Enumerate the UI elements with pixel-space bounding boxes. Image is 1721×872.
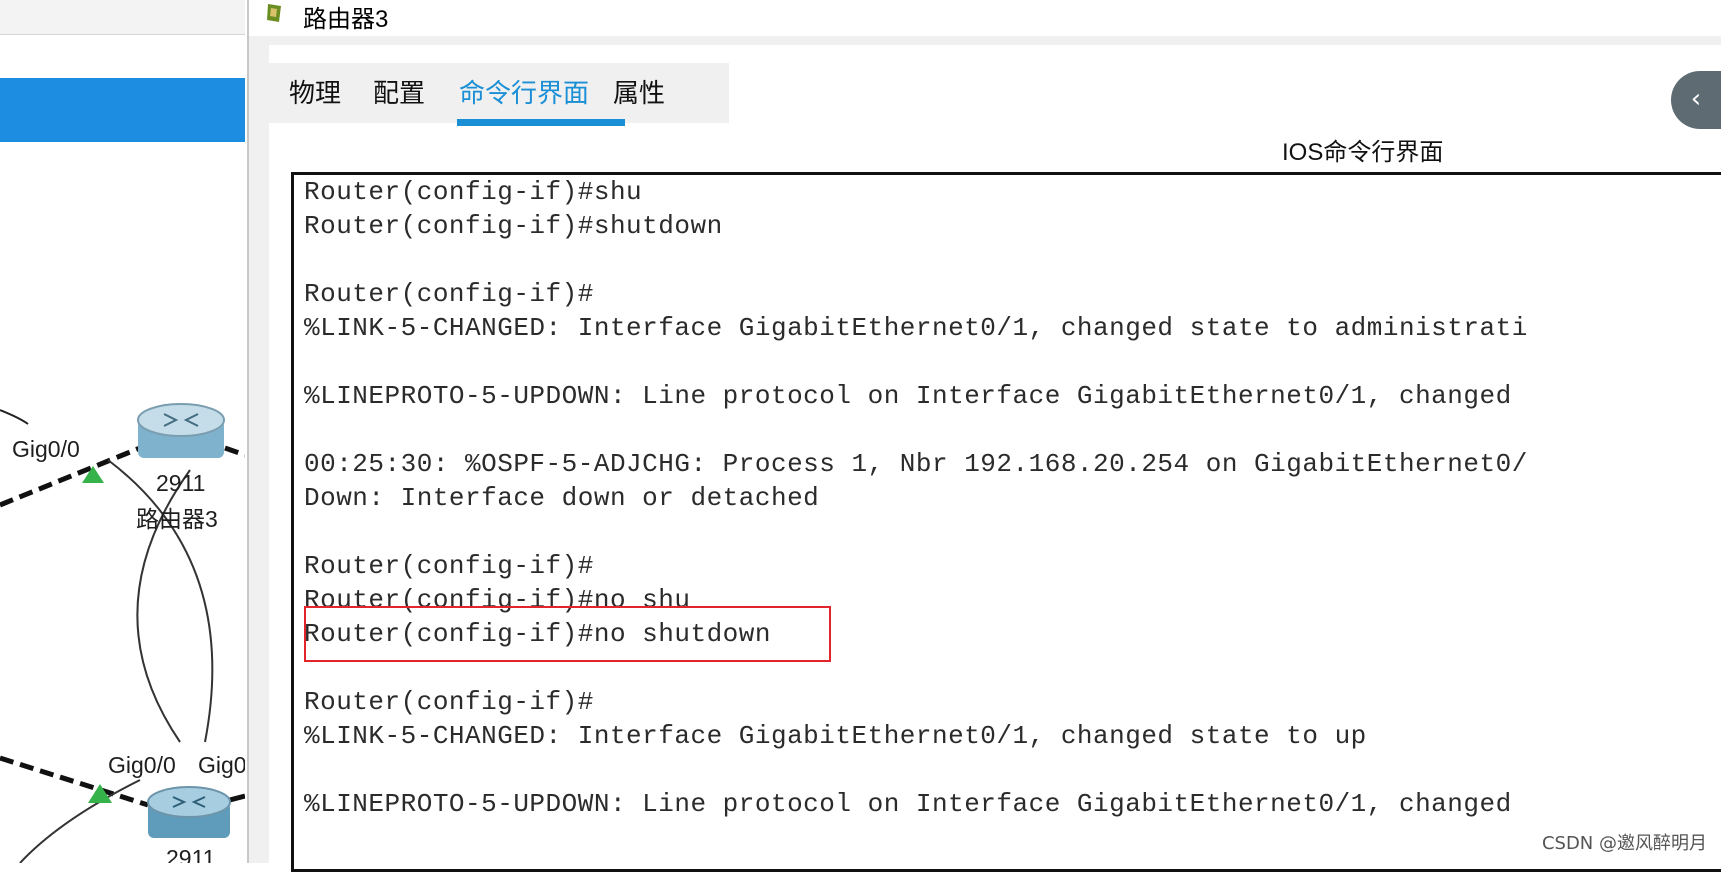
router-icon bbox=[137, 403, 225, 458]
cli-line: Router(config-if)# bbox=[304, 687, 594, 717]
tab-config[interactable]: 配置 bbox=[373, 73, 425, 110]
tab-bar: 物理 配置 命令行界面 属性 bbox=[269, 63, 729, 126]
cli-heading: IOS命令行界面 bbox=[1282, 139, 1444, 166]
topology-panel[interactable]: Gig0/0 2911 路由器3 Gig0/0 Gig0 2911 bbox=[0, 0, 245, 863]
interface-label: Gig0 bbox=[198, 752, 245, 778]
active-tab-indicator bbox=[457, 119, 625, 126]
link-curve-3 bbox=[19, 779, 141, 863]
cli-line: Down: Interface down or detached bbox=[304, 483, 820, 513]
router-icon bbox=[147, 786, 231, 838]
highlight-annotation-box bbox=[304, 606, 831, 662]
interface-label: Gig0/0 bbox=[12, 436, 80, 462]
tab-cli[interactable]: 命令行界面 bbox=[459, 73, 589, 110]
window-title: 路由器3 bbox=[303, 6, 389, 33]
cli-line: Router(config-if)# bbox=[304, 551, 594, 581]
cli-line: %LINEPROTO-5-UPDOWN: Line protocol on In… bbox=[304, 381, 1512, 411]
router-name-label: 路由器3 bbox=[136, 506, 218, 532]
router-window[interactable]: 路由器3 物理 配置 命令行界面 属性 IOS命令行界面 Router(conf… bbox=[247, 0, 1721, 872]
link-dashed-2 bbox=[224, 445, 245, 458]
window-content: 物理 配置 命令行界面 属性 IOS命令行界面 Router(config-if… bbox=[269, 45, 1721, 872]
topology-links bbox=[0, 403, 245, 863]
cli-line: 00:25:30: %OSPF-5-ADJCHG: Process 1, Nbr… bbox=[304, 449, 1528, 479]
cli-line: %LINK-5-CHANGED: Interface GigabitEthern… bbox=[304, 313, 1528, 343]
cli-line: Router(config-if)# bbox=[304, 279, 594, 309]
cli-terminal[interactable]: Router(config-if)#shu Router(config-if)#… bbox=[291, 172, 1721, 872]
collapse-panel-button[interactable]: ‹ bbox=[1671, 71, 1721, 129]
cli-line: %LINEPROTO-5-UPDOWN: Line protocol on In… bbox=[304, 789, 1512, 819]
watermark: CSDN @邀风醉明月 bbox=[1541, 833, 1707, 854]
chevron-left-icon: ‹ bbox=[1690, 84, 1702, 114]
cli-line: Router(config-if)#shutdown bbox=[304, 211, 723, 241]
tab-physical[interactable]: 物理 bbox=[289, 73, 341, 110]
interface-label: Gig0/0 bbox=[108, 752, 176, 778]
tab-attributes[interactable]: 属性 bbox=[613, 73, 665, 110]
cli-line: %LINK-5-CHANGED: Interface GigabitEthern… bbox=[304, 721, 1367, 751]
router-model-label: 2911 bbox=[166, 845, 216, 863]
router-model-label: 2911 bbox=[156, 470, 206, 496]
cli-line: Router(config-if)#shu bbox=[304, 177, 643, 207]
router-app-icon bbox=[267, 4, 281, 22]
window-titlebar[interactable]: 路由器3 bbox=[249, 0, 1721, 36]
